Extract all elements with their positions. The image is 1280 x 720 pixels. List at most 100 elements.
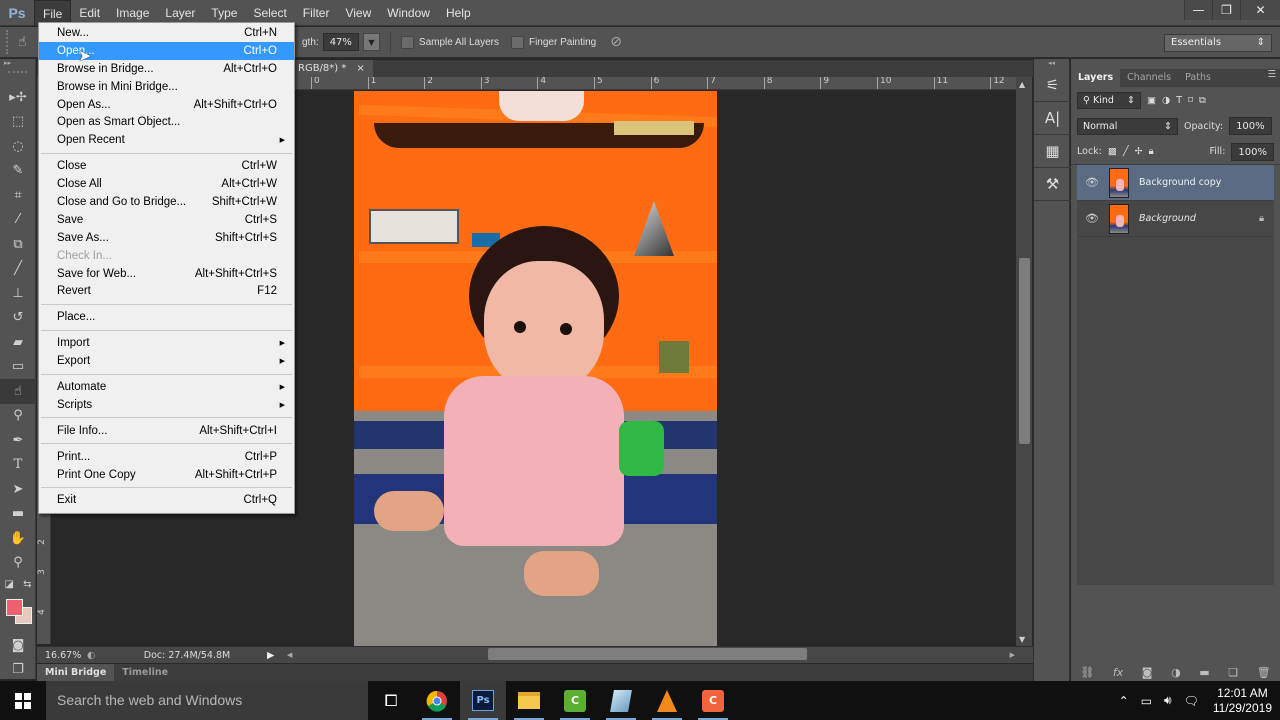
collapse-icon[interactable]: ◂◂ [1034, 59, 1069, 69]
sample-all-layers-checkbox[interactable]: Sample All Layers [400, 35, 499, 49]
filter-type-icon[interactable]: T [1176, 95, 1182, 106]
zoom-level[interactable]: 16.67% [37, 650, 87, 661]
new-adjustment-layer-icon[interactable]: ◑ [1171, 666, 1181, 679]
menu-filter[interactable]: Filter [295, 0, 338, 26]
lasso-tool[interactable]: ◌ [0, 134, 36, 159]
path-selection-tool[interactable]: ➤ [0, 477, 36, 502]
healing-brush-tool[interactable]: ⧉ [0, 232, 36, 257]
menu-item-exit[interactable]: Exit Ctrl+Q [39, 491, 294, 509]
tab-timeline[interactable]: Timeline [114, 664, 176, 681]
menu-item-print[interactable]: Print... Ctrl+P [39, 448, 294, 466]
default-colors-icon[interactable]: ◪ [5, 579, 14, 590]
zoom-tool[interactable]: ⚲ [0, 551, 36, 576]
menu-item-print-one-copy[interactable]: Print One Copy Alt+Shift+Ctrl+P [39, 466, 294, 484]
menu-item-close-all[interactable]: Close All Alt+Ctrl+W [39, 175, 294, 193]
document-image[interactable] [354, 91, 717, 646]
options-bar-grip[interactable] [6, 30, 18, 54]
action-center-icon[interactable]: 🗨︎ [1178, 694, 1205, 708]
taskbar-search-box[interactable]: Search the web and Windows [46, 681, 368, 720]
crop-tool[interactable]: ⌗ [0, 183, 36, 208]
filter-pixel-icon[interactable]: ▣ [1147, 95, 1156, 106]
new-group-folder-icon[interactable]: ▬ [1199, 666, 1209, 679]
minimize-button[interactable]: — [1184, 0, 1212, 20]
screen-mode-button[interactable]: ❐ [0, 658, 36, 683]
menu-item-scripts[interactable]: Scripts ▶ [39, 396, 294, 414]
rectangle-tool[interactable]: ▬ [0, 502, 36, 527]
menu-item-file-info[interactable]: File Info... Alt+Shift+Ctrl+I [39, 422, 294, 440]
export-icon[interactable]: ◐ [87, 650, 107, 661]
menu-item-import[interactable]: Import ▶ [39, 334, 294, 352]
pressure-brush-icon[interactable]: ⊘ [610, 34, 622, 50]
fill-input[interactable]: 100% [1231, 142, 1274, 161]
workspace-select[interactable]: Essentials ⇕ [1164, 34, 1272, 52]
filter-smart-object-icon[interactable]: ⧉ [1199, 95, 1206, 106]
expand-icon[interactable]: ▸▸ [0, 59, 35, 69]
layer-row[interactable]: 👁︎ Background copy [1077, 165, 1274, 201]
menu-item-revert[interactable]: Revert F12 [39, 282, 294, 300]
panel-menu-icon[interactable]: ☰ [1267, 69, 1280, 87]
menu-item-automate[interactable]: Automate ▶ [39, 378, 294, 396]
menu-item-new[interactable]: New... Ctrl+N [39, 24, 294, 42]
menu-item-browse-in-mini-bridge[interactable]: Browse in Mini Bridge... [39, 78, 294, 96]
tab-mini-bridge[interactable]: Mini Bridge [37, 664, 115, 681]
dodge-tool[interactable]: ⚲ [0, 404, 36, 429]
move-tool[interactable]: ▸✢ [0, 85, 36, 110]
tab-channels[interactable]: Channels [1120, 69, 1178, 87]
smudge-tool[interactable]: ☝ [0, 379, 36, 404]
clone-stamp-tool[interactable]: ⊥ [0, 281, 36, 306]
scroll-left-arrow[interactable]: ◀ [287, 651, 292, 659]
layer-style-fx-icon[interactable]: fx [1113, 666, 1123, 679]
marquee-tool[interactable]: ⬚ [0, 110, 36, 135]
lock-transparent-icon[interactable]: ▩ [1108, 146, 1117, 157]
battery-icon[interactable]: ▭ [1135, 694, 1158, 708]
brush-presets-icon[interactable]: ⚟ [1034, 69, 1071, 102]
filter-shape-icon[interactable]: ⌑ [1188, 95, 1193, 106]
menu-item-close[interactable]: Close Ctrl+W [39, 157, 294, 175]
gradient-tool[interactable]: ▭ [0, 355, 36, 380]
scroll-down-arrow[interactable]: ▼ [1019, 635, 1025, 644]
quick-selection-tool[interactable]: ✎ [0, 159, 36, 184]
tab-paths[interactable]: Paths [1178, 69, 1218, 87]
new-layer-icon[interactable]: ❏ [1228, 666, 1238, 679]
hand-tool[interactable]: ✋ [0, 526, 36, 551]
finger-painting-checkbox[interactable]: Finger Painting [510, 35, 596, 49]
taskbar-camtasia-recorder[interactable]: C [690, 681, 736, 720]
character-panel-icon[interactable]: A| [1034, 102, 1071, 135]
visibility-eye-icon[interactable]: 👁︎ [1077, 212, 1107, 225]
delete-layer-trash-icon[interactable]: 🗑︎ [1257, 666, 1271, 679]
taskbar-photoshop[interactable]: Ps [460, 681, 506, 720]
document-tab[interactable]: RGB/8*) * × [290, 60, 373, 77]
menu-item-save-as[interactable]: Save As... Shift+Ctrl+S [39, 229, 294, 247]
foreground-color-swatch[interactable] [6, 599, 23, 616]
menu-item-export[interactable]: Export ▶ [39, 352, 294, 370]
history-brush-tool[interactable]: ↺ [0, 306, 36, 331]
visibility-eye-icon[interactable]: 👁︎ [1077, 176, 1107, 189]
opacity-input[interactable]: 100% [1229, 117, 1272, 135]
swap-colors-icon[interactable]: ⇆ [23, 579, 31, 590]
lock-image-icon[interactable]: ╱ [1123, 146, 1129, 157]
taskbar-vlc[interactable] [644, 681, 690, 720]
scroll-right-arrow[interactable]: ▶ [1010, 651, 1015, 659]
start-button[interactable] [0, 681, 46, 720]
menu-item-open-recent[interactable]: Open Recent ▶ [39, 131, 294, 149]
taskbar-notes-app[interactable] [598, 681, 644, 720]
type-tool[interactable]: T [0, 453, 36, 478]
lock-position-icon[interactable]: ✢ [1135, 146, 1143, 157]
taskbar-file-explorer[interactable] [506, 681, 552, 720]
menu-window[interactable]: Window [379, 0, 438, 26]
taskbar-chrome[interactable] [414, 681, 460, 720]
menu-item-open-as-smart-object[interactable]: Open as Smart Object... [39, 113, 294, 131]
menu-item-open-as[interactable]: Open As... Alt+Shift+Ctrl+O [39, 96, 294, 114]
clock[interactable]: 12:01 AM 11/29/2019 [1205, 686, 1280, 716]
lock-all-icon[interactable]: 🔒︎ [1149, 146, 1154, 157]
restore-button[interactable]: ❐ [1212, 0, 1240, 20]
menu-item-place[interactable]: Place... [39, 308, 294, 326]
eraser-tool[interactable]: ▰ [0, 330, 36, 355]
blend-mode-select[interactable]: Normal ⇕ [1077, 117, 1178, 135]
show-hidden-icons-chevron-icon[interactable]: ⌃ [1113, 694, 1135, 708]
menu-view[interactable]: View [337, 0, 379, 26]
vertical-scrollbar-thumb[interactable] [1019, 258, 1030, 444]
menu-item-save[interactable]: Save Ctrl+S [39, 211, 294, 229]
horizontal-scrollbar-thumb[interactable] [488, 648, 807, 660]
menu-item-close-and-go-to-bridge[interactable]: Close and Go to Bridge... Shift+Ctrl+W [39, 193, 294, 211]
